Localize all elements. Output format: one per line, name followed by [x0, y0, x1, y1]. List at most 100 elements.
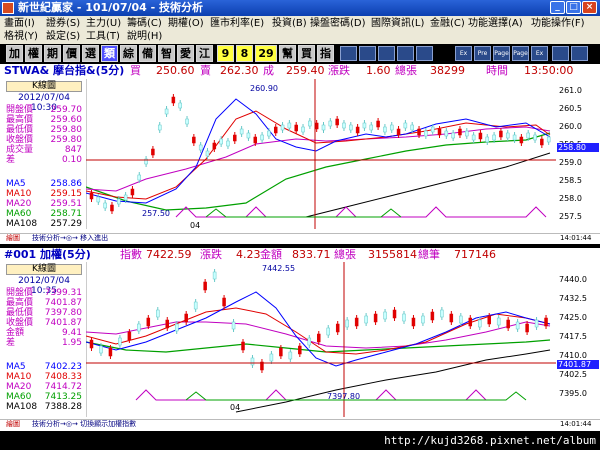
deal-label: 成	[263, 64, 274, 77]
candle	[146, 317, 151, 327]
menu-view[interactable]: 格視(Y)	[4, 30, 38, 43]
change-label: 漲跌	[328, 64, 350, 77]
candle	[267, 130, 271, 137]
candle	[108, 347, 113, 357]
info-label: 收盤價	[6, 135, 34, 145]
ma-value: 7408.33	[44, 372, 82, 382]
candle	[96, 196, 101, 203]
candle	[127, 331, 132, 341]
footer-status: 技術分析→◎→ 移入進出	[32, 234, 109, 242]
time-value: 13:50:00	[524, 64, 574, 77]
info-label: 最高價	[6, 298, 34, 308]
candle	[485, 136, 490, 143]
menu-invest[interactable]: 投資(B)	[272, 17, 307, 30]
candle	[203, 281, 207, 291]
menu-intl[interactable]: 國際資訊(L)	[371, 17, 424, 30]
menu-screen[interactable]: 畫面(I)	[4, 17, 35, 30]
tb-button-3[interactable]: 期	[44, 45, 61, 62]
tool-icon-2[interactable]	[359, 46, 376, 61]
candle	[355, 126, 360, 134]
tb-button-1[interactable]: 加	[6, 45, 23, 62]
tb-button-5[interactable]: 選	[82, 45, 99, 62]
tb-button-9[interactable]: 智	[158, 45, 175, 62]
candle	[298, 345, 302, 355]
candle	[193, 301, 198, 310]
info-label: 金額	[6, 328, 25, 338]
tool-icon-1[interactable]	[340, 46, 357, 61]
menu-settings[interactable]: 設定(S)	[46, 30, 80, 43]
export-icon[interactable]: Ex	[455, 46, 472, 61]
candle	[233, 134, 237, 142]
menu-options[interactable]: 期權(O)	[168, 17, 204, 30]
candle	[437, 128, 442, 136]
k-chart-label[interactable]: K線圖	[6, 81, 82, 92]
ma-value: 259.51	[50, 199, 83, 209]
menu-chips[interactable]: 籌碼(C)	[127, 17, 162, 30]
tb-button-13[interactable]: 買	[298, 45, 315, 62]
minimize-button[interactable]: _	[550, 1, 565, 14]
ma-value: 7413.25	[44, 392, 82, 402]
candlestick-chart-top[interactable]: 260.90 257.50 04	[86, 79, 556, 229]
menu-securities[interactable]: 證券(S)	[46, 17, 80, 30]
menu-password[interactable]: 操盤密碼(D)	[310, 17, 366, 30]
candle	[335, 118, 339, 126]
candle	[487, 315, 491, 325]
menu-main-force[interactable]: 主力(U)	[86, 17, 121, 30]
candle	[117, 198, 121, 205]
page-icon-1[interactable]: Page	[493, 46, 510, 61]
maximize-button[interactable]: □	[566, 1, 581, 14]
menu-help[interactable]: 說明(H)	[127, 30, 162, 43]
tb-button-14[interactable]: 指	[317, 45, 334, 62]
tool-icon-6[interactable]	[552, 46, 569, 61]
tb-button-6[interactable]: 類	[101, 45, 118, 62]
tool-icon-7[interactable]	[571, 46, 588, 61]
k-chart-label[interactable]: K線圖	[6, 264, 82, 275]
tool-icon-3[interactable]	[378, 46, 395, 61]
candlestick-chart-bottom[interactable]: 7442.55 7397.80 04	[86, 262, 556, 417]
info-value: 0.10	[61, 155, 82, 165]
info-value: 259.70	[50, 105, 83, 115]
draw-tool-button[interactable]: 繪圖	[6, 234, 20, 243]
tb-num-9[interactable]: 9	[217, 45, 234, 62]
candle	[184, 313, 188, 323]
candle	[451, 132, 455, 139]
tb-button-11[interactable]: 江	[196, 45, 213, 62]
close-button[interactable]: ×	[582, 1, 597, 14]
candle	[212, 142, 217, 150]
tool-icon-4[interactable]	[397, 46, 414, 61]
prev-icon[interactable]: Pre	[474, 46, 491, 61]
tb-button-4[interactable]: 價	[63, 45, 80, 62]
candle	[458, 128, 462, 136]
menu-forex[interactable]: 匯市利率(E)	[210, 17, 264, 30]
candle	[185, 118, 189, 125]
candle	[89, 192, 94, 200]
candle	[519, 136, 524, 144]
candle	[526, 132, 530, 139]
page-icon-2[interactable]: Page	[512, 46, 529, 61]
tb-button-12[interactable]: 幫	[279, 45, 296, 62]
tb-num-8[interactable]: 8	[236, 45, 253, 62]
candle	[287, 122, 292, 129]
tb-num-29[interactable]: 29	[255, 45, 277, 62]
tool-icon-5[interactable]	[416, 46, 433, 61]
candle	[349, 124, 353, 131]
menu-select[interactable]: 功能選擇(A)	[468, 17, 523, 30]
tb-button-2[interactable]: 權	[25, 45, 42, 62]
bar-date: 2012/07/04 10:30	[18, 93, 70, 113]
app-icon	[2, 2, 14, 14]
candle	[396, 128, 401, 136]
draw-tool-button[interactable]: 繪圖	[6, 420, 20, 429]
candle	[373, 313, 378, 323]
menu-tools[interactable]: 工具(T)	[86, 30, 120, 43]
candle	[118, 337, 122, 346]
tb-button-7[interactable]: 綜	[120, 45, 137, 62]
footer-time: 14:01:44	[560, 420, 592, 428]
candle	[440, 309, 444, 318]
toolbar: 加 權 期 價 選 類 綜 備 智 愛 江 9 8 29 幫 買 指 Ex Pr…	[0, 44, 600, 64]
tb-button-10[interactable]: 愛	[177, 45, 194, 62]
candle	[192, 136, 196, 144]
menu-operate[interactable]: 功能操作(F)	[531, 17, 585, 30]
menu-finance[interactable]: 金融(C)	[430, 17, 465, 30]
tb-button-8[interactable]: 備	[139, 45, 156, 62]
export-icon-2[interactable]: Ex	[531, 46, 548, 61]
